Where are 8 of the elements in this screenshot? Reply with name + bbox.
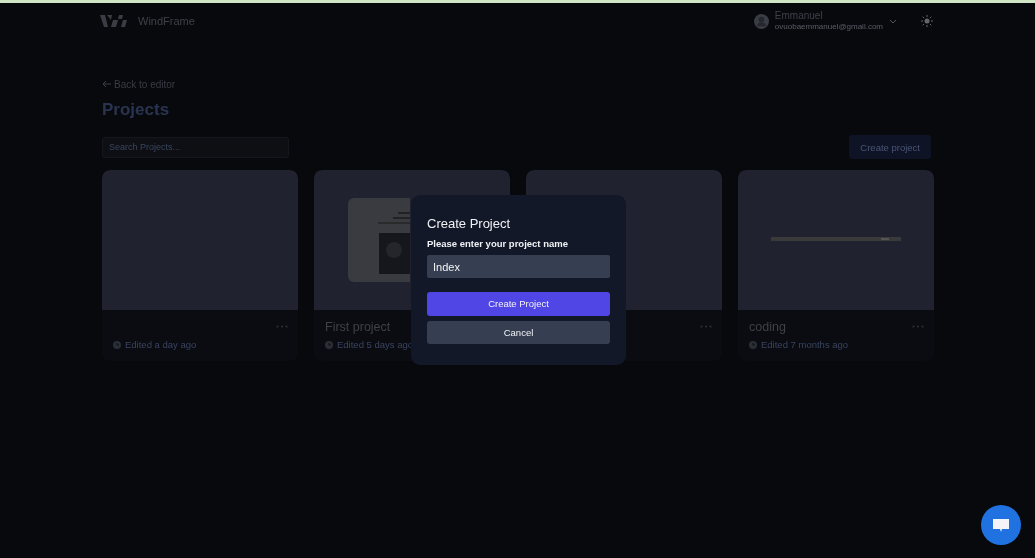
user-email: ovuobaemmanuel@gmail.com [774, 21, 883, 32]
brand-name: WindFrame [138, 15, 195, 27]
field-label: Please enter your project name [427, 238, 569, 249]
dialog-title: Create Project [427, 216, 512, 231]
page-title: Projects [102, 100, 171, 120]
edited-time: Edited 7 months ago [761, 339, 849, 350]
user-name: Emmanuel [774, 10, 824, 21]
edited-time: Edited a day ago [125, 339, 197, 350]
